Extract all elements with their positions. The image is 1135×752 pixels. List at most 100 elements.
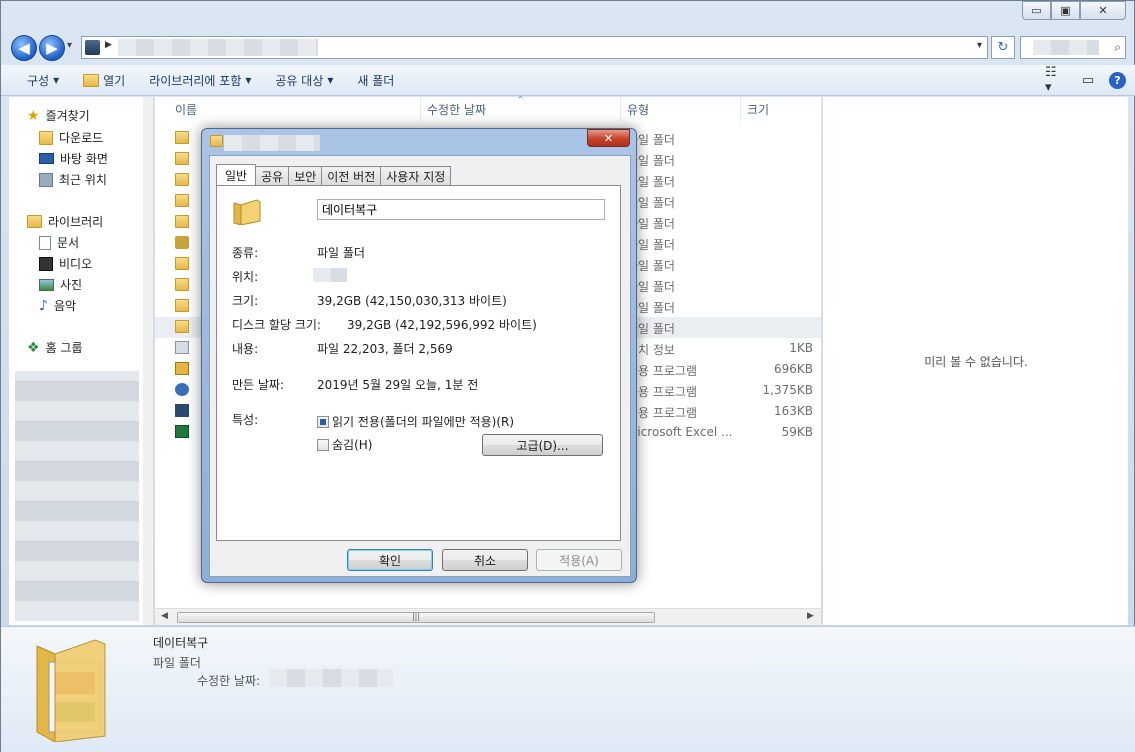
organize-menu-button[interactable]: 구성 ▾ (15, 68, 71, 92)
help-icon[interactable]: ? (1109, 71, 1126, 89)
general-tab-panel: 종류: 파일 폴더 위치: 크기: 39,2GB (42,150,030,313… (216, 185, 621, 541)
include-in-library-button[interactable]: 라이브러리에 포함 ▾ (137, 68, 263, 92)
nav-downloads[interactable]: 다운로드 (39, 129, 103, 146)
nav-libraries-label: 라이브러리 (48, 215, 104, 229)
cancel-button[interactable]: 취소 (442, 549, 528, 571)
folder-icon (175, 194, 189, 207)
folder-icon (175, 257, 189, 270)
location-value-redacted (313, 268, 347, 282)
new-folder-button[interactable]: 새 폴더 (345, 68, 406, 92)
refresh-button[interactable]: ↻ (991, 36, 1015, 59)
details-item-name: 데이터복구 (153, 636, 209, 650)
history-dropdown-icon[interactable]: ▾ (67, 40, 72, 51)
column-separator[interactable] (420, 97, 421, 121)
column-header-size[interactable]: 크기 (747, 101, 769, 118)
column-separator[interactable] (620, 97, 621, 121)
view-options-icon[interactable]: ☷ ▾ (1045, 65, 1067, 95)
disk-size-value: 39,2GB (42,192,596,992 바이트) (347, 318, 537, 332)
nav-music[interactable]: ♪ 음악 (39, 297, 76, 314)
share-with-label: 공유 대상 (275, 73, 324, 88)
divider (227, 266, 612, 267)
forward-button[interactable]: ▶ (39, 35, 65, 61)
folder-name-input[interactable] (317, 199, 605, 220)
chevron-down-icon: ▾ (327, 73, 334, 87)
nav-libraries[interactable]: 라이브러리 (27, 213, 103, 230)
tab-sharing[interactable]: 공유 (255, 166, 290, 185)
disk-size-label: 디스크 할당 크기: (232, 318, 321, 332)
tab-previous-versions[interactable]: 이전 버전 (321, 166, 382, 185)
hidden-checkbox-box[interactable] (317, 438, 329, 451)
lock-folder-icon (175, 236, 189, 249)
horizontal-scroll-thumb[interactable]: ||| (177, 612, 655, 623)
share-with-button[interactable]: 공유 대상 ▾ (263, 68, 345, 92)
search-input[interactable]: ⌕ (1020, 36, 1126, 59)
nav-music-label: 음악 (53, 299, 77, 313)
tab-customize[interactable]: 사용자 지정 (380, 166, 452, 185)
nav-pictures[interactable]: 사진 (39, 276, 82, 293)
nav-desktop[interactable]: 바탕 화면 (39, 150, 108, 167)
tab-general[interactable]: 일반 (216, 164, 257, 185)
divider (227, 364, 612, 365)
nav-recent[interactable]: 최근 위치 (39, 171, 107, 188)
open-button[interactable]: 열기 (71, 68, 137, 92)
details-modified-label: 수정한 날짜: (197, 674, 261, 688)
file-type: 응용 프로그램 (627, 385, 698, 399)
column-separator[interactable] (740, 97, 741, 121)
readonly-checkbox[interactable]: 읽기 전용(폴더의 파일에만 적용)(R) (317, 413, 514, 430)
nav-homegroup[interactable]: ❖ 홈 그룹 (27, 339, 83, 356)
horizontal-scrollbar[interactable]: ◀ ||| ▶ (155, 608, 821, 625)
pictures-icon (39, 278, 54, 291)
apply-button: 적용(A) (536, 549, 622, 571)
address-bar[interactable]: ▶ ▾ (81, 36, 988, 59)
dialog-close-button[interactable]: ✕ (587, 129, 630, 147)
folder-icon (175, 278, 189, 291)
nav-documents[interactable]: 문서 (39, 234, 79, 251)
type-value: 파일 폴더 (317, 246, 365, 260)
column-header-date[interactable]: 수정한 날짜 (427, 101, 486, 118)
folder-icon (175, 131, 189, 144)
scroll-right-icon[interactable]: ▶ (807, 611, 814, 621)
desktop-icon (39, 153, 54, 164)
file-type: 응용 프로그램 (627, 364, 698, 378)
homegroup-icon: ❖ (27, 339, 40, 356)
tab-security[interactable]: 보안 (288, 166, 323, 185)
column-header-type[interactable]: 유형 (627, 101, 649, 118)
advanced-button[interactable]: 고급(D)... (482, 434, 603, 456)
file-size: 696KB (773, 362, 813, 376)
nav-scrollbar[interactable] (143, 97, 153, 625)
nav-downloads-label: 다운로드 (59, 131, 104, 145)
hidden-checkbox[interactable]: 숨김(H) (317, 436, 372, 453)
folder-icon (175, 152, 189, 165)
music-note-icon: ♪ (39, 297, 48, 314)
details-pane: 데이터복구 파일 폴더 수정한 날짜: (1, 626, 1135, 752)
chevron-down-icon: ▾ (53, 73, 60, 87)
type-label: 종류: (232, 246, 259, 260)
include-library-label: 라이브러리에 포함 (149, 73, 242, 88)
divider (227, 399, 612, 400)
nav-desktop-label: 바탕 화면 (60, 152, 108, 166)
nav-videos[interactable]: 비디오 (39, 255, 92, 272)
column-header-name[interactable]: 이름 (175, 101, 197, 118)
breadcrumb-chevron-icon[interactable]: ▶ (105, 40, 112, 50)
details-modified-value-redacted (269, 669, 393, 687)
documents-icon (39, 235, 51, 250)
contains-label: 내용: (232, 342, 259, 356)
window-close-button[interactable]: ✕ (1080, 1, 1126, 20)
minimize-button[interactable]: ▭ (1022, 1, 1051, 20)
back-button[interactable]: ◀ (11, 35, 37, 61)
readonly-checkbox-box[interactable] (317, 415, 329, 428)
preview-pane: 미리 볼 수 없습니다. (822, 97, 1128, 625)
address-dropdown-icon[interactable]: ▾ (977, 40, 982, 51)
nav-favorites[interactable]: ★ 즐겨찾기 (27, 107, 90, 124)
command-bar: 구성 ▾ 열기 라이브러리에 포함 ▾ 공유 대상 ▾ 새 폴더 ☷ ▾ ▭ ? (1, 65, 1135, 96)
folder-icon (175, 173, 189, 186)
explorer-window: ▭ ▣ ✕ ◀ ▶ ▾ ▶ ▾ ↻ ⌕ 구성 ▾ 열기 라이브러리에 포함 ▾ … (0, 0, 1135, 752)
maximize-button[interactable]: ▣ (1051, 1, 1080, 20)
file-size: 163KB (773, 404, 813, 418)
divider (227, 233, 612, 234)
navigation-pane: ★ 즐겨찾기 다운로드 바탕 화면 최근 위치 라이브러리 문서 비디오 사진 … (9, 97, 154, 625)
scroll-left-icon[interactable]: ◀ (161, 611, 168, 621)
large-folder-icon (36, 639, 106, 742)
ok-button[interactable]: 확인 (347, 549, 433, 571)
preview-pane-toggle-icon[interactable]: ▭ (1077, 69, 1099, 91)
